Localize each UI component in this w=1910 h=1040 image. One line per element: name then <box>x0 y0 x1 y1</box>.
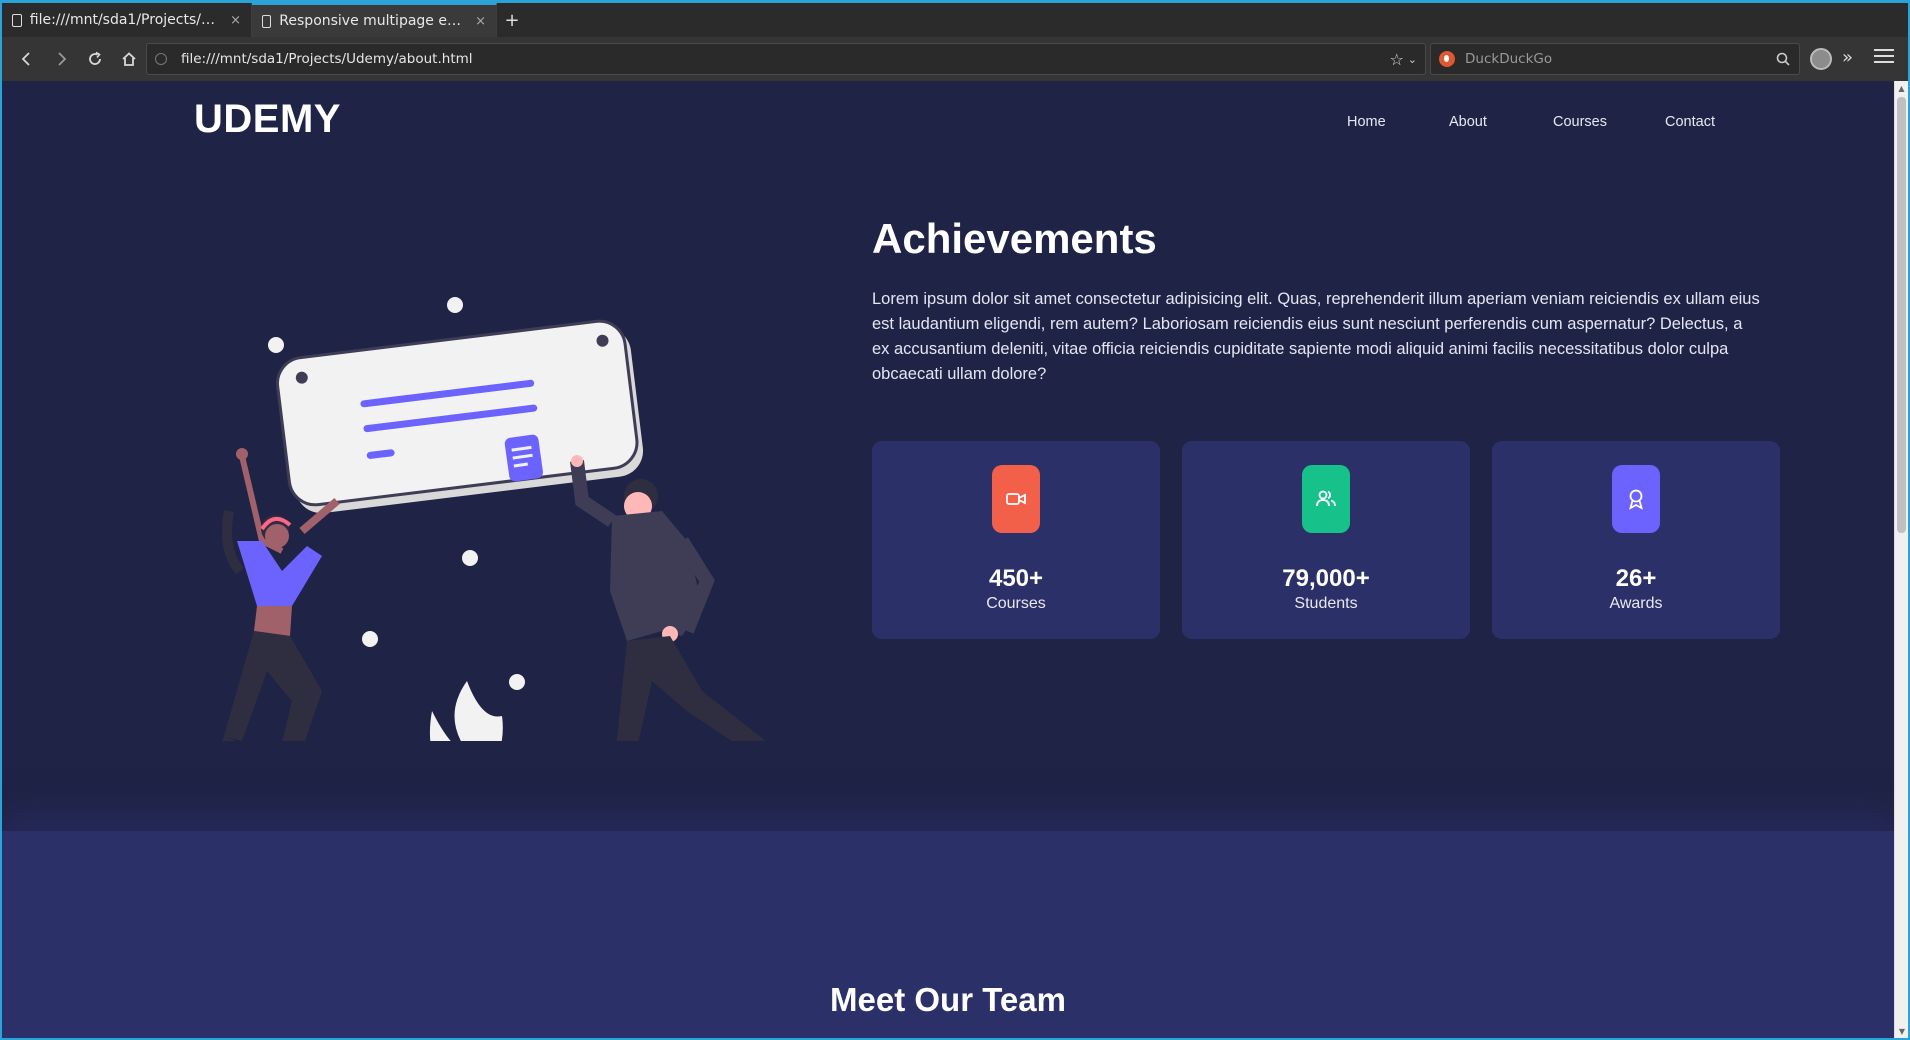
nav-link-home[interactable]: Home <box>1347 114 1386 130</box>
stat-value: 26+ <box>1615 565 1657 592</box>
forward-button[interactable] <box>44 42 78 76</box>
new-tab-button[interactable]: + <box>497 3 527 37</box>
page-icon <box>12 13 22 27</box>
bookmark-star-icon[interactable]: ☆ <box>1389 50 1403 69</box>
duckduckgo-icon <box>1439 51 1455 67</box>
stat-label: Students <box>1294 595 1358 612</box>
stat-icon-badge <box>1302 465 1350 533</box>
tab-active[interactable]: Responsive multipage educati... × <box>252 3 497 37</box>
tab-bar: file:///mnt/sda1/Projects/proj/... × Res… <box>2 3 1908 37</box>
stat-card-awards: 26+ Awards <box>1492 441 1780 639</box>
scrollbar-thumb[interactable] <box>1897 97 1906 533</box>
close-icon[interactable]: × <box>230 13 241 28</box>
overflow-chevrons-icon[interactable]: » <box>1842 47 1853 68</box>
award-icon <box>1629 489 1643 510</box>
stat-icon-badge <box>992 465 1040 533</box>
browser-window: file:///mnt/sda1/Projects/proj/... × Res… <box>0 0 1910 1040</box>
chevron-down-icon[interactable]: ⌄ <box>1408 53 1417 66</box>
team-title: Meet Our Team <box>830 981 1066 1018</box>
site-header: UDEMY Home About Courses Contact <box>2 81 1894 161</box>
reload-icon <box>89 51 101 65</box>
stat-icon-badge <box>1612 465 1660 533</box>
scroll-down-icon[interactable]: ▼ <box>1895 1024 1908 1038</box>
tab-title: Responsive multipage educati... <box>279 13 461 29</box>
search-bar[interactable]: DuckDuckGo <box>1430 43 1800 75</box>
stat-value: 450+ <box>988 565 1044 592</box>
url-bar[interactable]: file:///mnt/sda1/Projects/Udemy/about.ht… <box>146 43 1426 75</box>
back-arrow-icon <box>21 52 30 66</box>
info-icon[interactable] <box>155 53 167 65</box>
achievements-title: Achievements <box>872 215 1157 262</box>
nav-link-courses[interactable]: Courses <box>1553 114 1607 130</box>
stat-card-courses: 450+ Courses <box>872 441 1160 639</box>
nav-link-about[interactable]: About <box>1449 114 1487 130</box>
navigation-toolbar: file:///mnt/sda1/Projects/Udemy/about.ht… <box>2 37 1908 81</box>
nav-link-contact[interactable]: Contact <box>1665 114 1715 130</box>
page-viewport: UDEMY Home About Courses Contact Achieve… <box>2 81 1894 1038</box>
reload-button[interactable] <box>78 42 112 76</box>
close-icon[interactable]: × <box>475 14 486 29</box>
users-icon <box>1316 490 1336 507</box>
stat-value: 79,000+ <box>1282 565 1370 592</box>
achievements-description: Lorem ipsum dolor sit amet consectetur a… <box>872 290 1760 383</box>
stat-label: Courses <box>986 595 1046 612</box>
tab-project[interactable]: file:///mnt/sda1/Projects/proj/... × <box>2 3 252 37</box>
achievement-illustration <box>222 297 766 741</box>
url-text[interactable]: file:///mnt/sda1/Projects/Udemy/about.ht… <box>181 51 1389 67</box>
hamburger-menu-icon[interactable] <box>1874 45 1894 67</box>
back-button[interactable] <box>10 42 44 76</box>
home-button[interactable] <box>112 42 146 76</box>
stat-label: Awards <box>1609 595 1663 612</box>
page-icon <box>262 14 272 28</box>
home-icon <box>122 52 136 66</box>
scroll-up-icon[interactable]: ▲ <box>1895 81 1908 95</box>
stat-card-students: 79,000+ Students <box>1182 441 1470 639</box>
extension-icon[interactable] <box>1810 48 1832 70</box>
site-logo[interactable]: UDEMY <box>194 97 341 142</box>
video-camera-icon <box>1006 493 1026 505</box>
vertical-scrollbar[interactable]: ▲ ▼ <box>1894 81 1908 1038</box>
tab-title: file:///mnt/sda1/Projects/proj/... <box>29 12 216 28</box>
stats-row: 450+ Courses 79,000+ Students 26+ Awards <box>872 441 1780 639</box>
search-icon[interactable] <box>1775 51 1791 67</box>
forward-arrow-icon <box>58 52 67 66</box>
search-input[interactable]: DuckDuckGo <box>1465 51 1775 67</box>
